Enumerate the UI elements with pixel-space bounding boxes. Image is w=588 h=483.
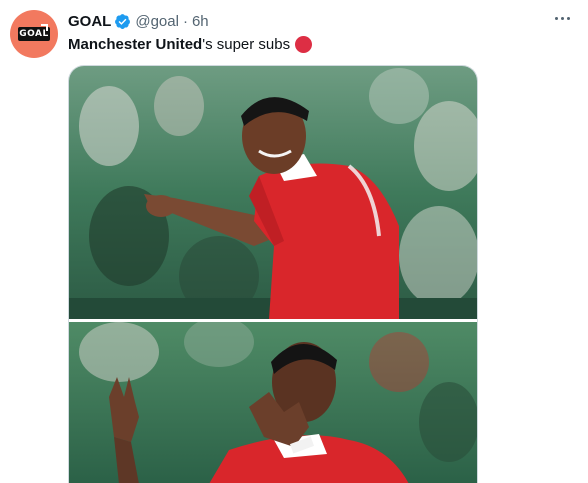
photo-player-hands-image <box>69 322 477 483</box>
goal-logo-icon: GOAL <box>18 24 50 41</box>
author-name[interactable]: GOAL <box>68 13 111 30</box>
tweet-text-mention[interactable]: Manchester United <box>68 36 202 53</box>
photo-player-hands[interactable] <box>69 322 477 483</box>
tweet-header: GOAL @goal · 6h <box>68 11 209 31</box>
tweet-media[interactable] <box>68 65 478 483</box>
avatar-logo-text: GOAL <box>19 29 49 39</box>
author-handle[interactable]: @goal <box>135 13 179 30</box>
verified-badge-icon <box>115 13 131 29</box>
red-circle-emoji-icon <box>295 35 313 53</box>
tweet[interactable]: GOAL GOAL @goal · 6h Manchester United '… <box>0 0 588 483</box>
avatar[interactable]: GOAL <box>10 10 58 58</box>
more-options-icon[interactable] <box>550 8 574 28</box>
separator-dot: · <box>182 12 188 30</box>
tweet-time[interactable]: 6h <box>192 13 209 30</box>
tweet-text: Manchester United 's super subs <box>68 34 313 54</box>
photo-player-pointing-image <box>69 66 477 319</box>
photo-player-pointing[interactable] <box>69 66 477 319</box>
tweet-text-rest: 's super subs <box>202 35 291 53</box>
